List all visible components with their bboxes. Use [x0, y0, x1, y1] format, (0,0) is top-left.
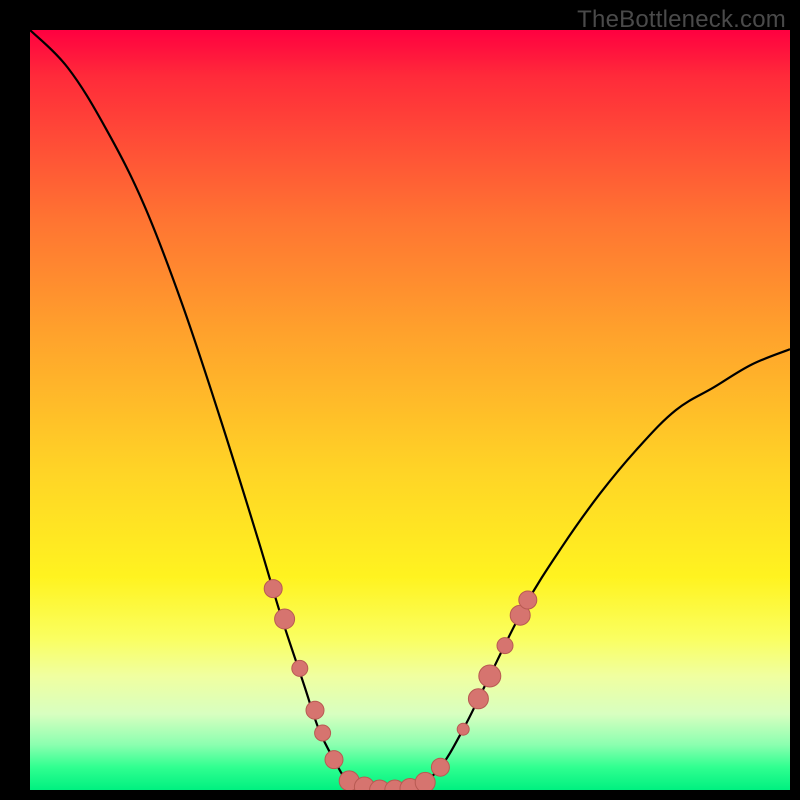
data-marker [292, 660, 308, 676]
watermark-text: TheBottleneck.com [577, 6, 786, 34]
data-marker [315, 725, 331, 741]
bottleneck-curve-svg [30, 30, 790, 790]
data-marker [479, 665, 501, 687]
plot-area [30, 30, 790, 790]
data-marker [457, 723, 469, 735]
data-marker [325, 751, 343, 769]
chart-frame: TheBottleneck.com [0, 0, 800, 800]
data-marker [264, 580, 282, 598]
data-marker [431, 758, 449, 776]
data-marker [519, 591, 537, 609]
data-marker [275, 609, 295, 629]
data-marker [306, 701, 324, 719]
data-marker [468, 689, 488, 709]
data-marker [415, 772, 435, 790]
bottleneck-curve [30, 30, 790, 790]
data-marker [497, 638, 513, 654]
